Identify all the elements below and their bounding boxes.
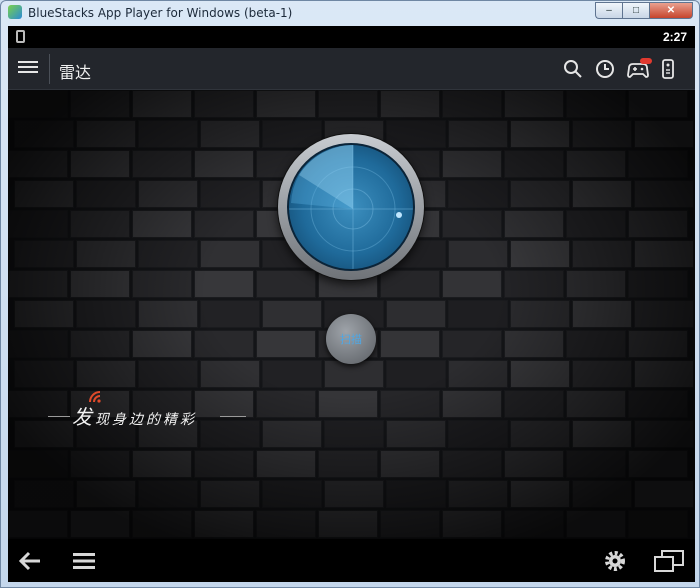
- back-arrow-icon[interactable]: [16, 548, 44, 574]
- bluestacks-logo-icon: [8, 5, 22, 19]
- navigation-bar: [8, 539, 695, 582]
- action-bar-divider: [49, 54, 50, 84]
- maximize-button[interactable]: □: [622, 2, 649, 19]
- radar-dial: [278, 134, 424, 280]
- status-time: 2:27: [662, 30, 687, 44]
- page-title: 雷达: [59, 63, 92, 82]
- remote-icon[interactable]: [660, 58, 676, 80]
- radar-content: 扫描 发现身边的精彩: [8, 90, 695, 539]
- gear-icon[interactable]: [601, 548, 629, 574]
- close-button[interactable]: ✕: [649, 2, 693, 19]
- hamburger-menu-icon[interactable]: [18, 58, 38, 78]
- search-icon[interactable]: [562, 58, 584, 80]
- gamepad-icon[interactable]: [626, 58, 652, 80]
- slogan-text: 发现身边的精彩: [72, 401, 197, 430]
- title-bar[interactable]: BlueStacks App Player for Windows (beta-…: [1, 1, 699, 25]
- window-title: BlueStacks App Player for Windows (beta-…: [28, 6, 293, 20]
- radar-screen: [287, 143, 415, 271]
- action-bar: 雷达: [8, 48, 695, 90]
- android-screen: 2:27 雷达 扫描 发现身边的精彩: [8, 26, 695, 582]
- radar-graphic: [289, 145, 413, 269]
- window-controls: – □ ✕: [595, 2, 693, 19]
- scan-button[interactable]: 扫描: [326, 314, 376, 364]
- slogan-rest: 现身边的精彩: [95, 412, 197, 428]
- status-bar: 2:27: [8, 26, 695, 48]
- menu-icon[interactable]: [70, 548, 98, 574]
- vibrate-icon: [16, 30, 25, 43]
- clock-icon[interactable]: [594, 58, 616, 80]
- slogan-big-char: 发: [72, 405, 95, 429]
- multi-window-icon[interactable]: [653, 548, 685, 574]
- slogan-line-right: [220, 416, 246, 417]
- minimize-button[interactable]: –: [595, 2, 622, 19]
- app-window: BlueStacks App Player for Windows (beta-…: [0, 0, 700, 588]
- slogan-line-left: [48, 416, 70, 417]
